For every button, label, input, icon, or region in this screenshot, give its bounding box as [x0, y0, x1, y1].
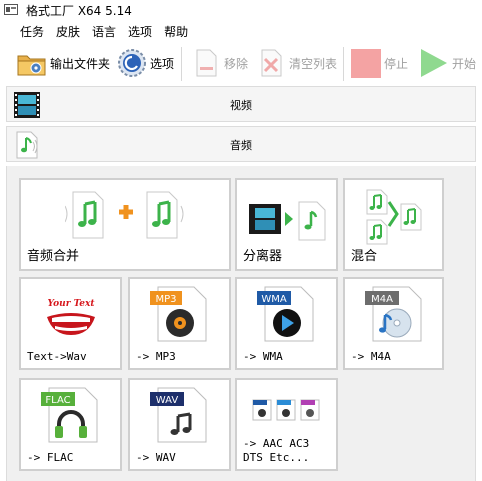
- tile-to-other-formats[interactable]: -> AAC AC3 DTS Etc...: [235, 378, 338, 471]
- toolbar-separator: [181, 47, 182, 81]
- tile-to-other-formats-label: -> AAC AC3 DTS Etc...: [243, 437, 310, 464]
- tile-audio-merge-label: 音频合并: [27, 249, 80, 264]
- menu-task[interactable]: 任务: [20, 23, 44, 40]
- tile-to-wma[interactable]: WMA -> WMA: [235, 277, 338, 370]
- tile-to-wav-label: -> WAV: [136, 451, 176, 464]
- toolbar-separator: [343, 47, 344, 81]
- wma-file-icon: WMA: [257, 286, 314, 342]
- tile-mix-label: 混合: [351, 249, 378, 264]
- title-bar: 格式工厂 X64 5.14: [0, 0, 482, 20]
- tile-to-m4a[interactable]: M4A -> M4A: [343, 277, 444, 370]
- tile-to-flac-label: -> FLAC: [27, 451, 74, 464]
- tile-audio-merge[interactable]: 音频合并: [19, 178, 231, 271]
- tile-to-flac[interactable]: FLAC -> FLAC: [19, 378, 122, 471]
- category-video[interactable]: 视频: [6, 86, 476, 122]
- m4a-file-icon: M4A: [365, 286, 422, 342]
- options-button[interactable]: 选项: [116, 43, 174, 83]
- category-audio[interactable]: 音频: [6, 126, 476, 162]
- multi-format-icon: [252, 399, 320, 421]
- tile-text-to-wav[interactable]: Your Text Text->Wav: [19, 277, 122, 370]
- tile-to-mp3[interactable]: MP3 -> MP3: [128, 277, 231, 370]
- stop-label: 停止: [384, 56, 409, 71]
- tile-splitter[interactable]: 分离器: [235, 178, 338, 271]
- flac-file-icon: FLAC: [41, 387, 98, 443]
- clear-list-icon: [261, 49, 282, 77]
- options-label: 选项: [150, 56, 175, 71]
- play-icon: [421, 49, 447, 77]
- stop-icon: [351, 49, 381, 78]
- folder-icon: [17, 55, 46, 76]
- menu-options[interactable]: 选项: [128, 23, 152, 40]
- menu-help[interactable]: 帮助: [164, 23, 188, 40]
- wma-badge: WMA: [261, 294, 287, 305]
- audio-merge-icon: [65, 191, 184, 239]
- text-logo: Your Text: [48, 299, 96, 309]
- category-audio-label: 音频: [230, 139, 252, 152]
- tile-text-to-wav-label: Text->Wav: [27, 350, 87, 363]
- tile-to-wma-label: -> WMA: [243, 350, 283, 363]
- clear-list-button[interactable]: 清空列表: [255, 43, 337, 83]
- remove-label: 移除: [224, 56, 249, 71]
- wav-file-icon: WAV: [150, 387, 207, 443]
- remove-file-icon: [196, 49, 217, 77]
- toolbar: 输出文件夹 选项 移除 清空列表 停止 开始: [0, 43, 482, 85]
- flac-badge: FLAC: [45, 395, 70, 406]
- category-video-label: 视频: [230, 99, 252, 112]
- remove-button[interactable]: 移除: [190, 43, 248, 83]
- start-button[interactable]: 开始: [418, 43, 476, 83]
- stop-button[interactable]: 停止: [350, 43, 408, 83]
- tile-to-m4a-label: -> M4A: [351, 350, 391, 363]
- start-label: 开始: [452, 56, 477, 71]
- wav-badge: WAV: [156, 395, 179, 406]
- talking-mouth-icon: Your Text: [47, 299, 96, 335]
- output-folder-label: 输出文件夹: [50, 56, 111, 71]
- m4a-badge: M4A: [371, 294, 393, 305]
- menu-skin[interactable]: 皮肤: [56, 23, 80, 40]
- audio-tools-panel: 音频合并 分离器 混合 Your Text Text->Wav MP3 -> M…: [6, 166, 476, 481]
- mp3-file-icon: MP3: [150, 286, 207, 342]
- window-title: 格式工厂 X64 5.14: [26, 4, 132, 18]
- splitter-icon: [249, 201, 326, 241]
- format-factory-app-icon: [4, 4, 18, 15]
- gear-icon: [118, 49, 146, 77]
- mp3-badge: MP3: [155, 294, 176, 305]
- tile-splitter-label: 分离器: [243, 249, 283, 264]
- tile-mix[interactable]: 混合: [343, 178, 444, 271]
- menu-bar: 任务 皮肤 语言 选项 帮助: [0, 21, 482, 41]
- menu-language[interactable]: 语言: [92, 23, 116, 40]
- output-folder-button[interactable]: 输出文件夹: [16, 43, 110, 83]
- clear-list-label: 清空列表: [289, 56, 338, 71]
- tile-to-wav[interactable]: WAV -> WAV: [128, 378, 231, 471]
- mix-icon: [366, 189, 422, 245]
- tile-to-mp3-label: -> MP3: [136, 350, 176, 363]
